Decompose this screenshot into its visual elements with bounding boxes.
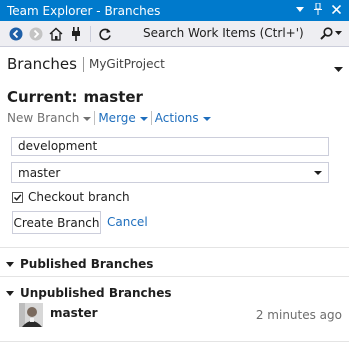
checkout-branch-checkbox[interactable]: [12, 191, 23, 203]
actions-label: Actions: [154, 111, 199, 125]
current-branch: Current: master: [7, 88, 143, 106]
base-branch-select[interactable]: master: [11, 162, 329, 183]
title-bar-controls: [296, 2, 342, 18]
new-branch-name-input[interactable]: development: [11, 137, 329, 156]
toolbar-separator: [90, 25, 91, 42]
branch-timestamp: 2 minutes ago: [255, 308, 342, 322]
unpublished-branches-header[interactable]: Unpublished Branches: [6, 286, 171, 300]
section-divider: [0, 247, 349, 248]
window-title: Team Explorer - Branches: [7, 3, 161, 18]
page-title: Branches: [7, 55, 77, 73]
bottom-divider: [0, 341, 349, 342]
expand-triangle-icon: [6, 290, 14, 296]
actions-separator: [150, 111, 152, 125]
avatar: [19, 303, 43, 327]
page-header: Branches MyGitProject: [0, 47, 349, 81]
published-branches-label: Published Branches: [20, 257, 154, 271]
actions-separator: [94, 111, 96, 125]
toolbar: Search Work Items (Ctrl+'): [0, 21, 349, 47]
current-label: Current:: [7, 88, 78, 106]
connect-icon[interactable]: [66, 24, 86, 44]
new-branch-label: New Branch: [7, 111, 80, 125]
base-branch-value: master: [18, 166, 61, 180]
merge-menu[interactable]: Merge: [98, 111, 148, 125]
actions-menu[interactable]: Actions: [155, 111, 211, 125]
pin-icon[interactable]: [313, 2, 323, 18]
published-branches-header[interactable]: Published Branches: [6, 257, 153, 271]
dropdown-arrow-icon[interactable]: [314, 171, 322, 175]
list-item[interactable]: master 2 minutes ago: [19, 303, 345, 329]
project-name: MyGitProject: [88, 57, 165, 71]
search-box[interactable]: Search Work Items (Ctrl+'): [137, 22, 348, 44]
chevron-down-icon: [139, 116, 148, 121]
title-bar: Team Explorer - Branches: [0, 0, 349, 21]
expand-triangle-icon: [6, 261, 14, 267]
unpublished-branches-label: Unpublished Branches: [20, 286, 172, 300]
home-icon[interactable]: [46, 24, 66, 44]
current-branch-name: master: [83, 88, 143, 106]
section-divider: [0, 276, 349, 277]
branch-name: master: [50, 306, 98, 320]
merge-label: Merge: [98, 111, 136, 125]
search-icon[interactable]: [320, 26, 342, 40]
chevron-down-icon: [202, 116, 211, 121]
cancel-link[interactable]: Cancel: [107, 215, 148, 229]
close-icon[interactable]: [331, 4, 342, 17]
back-button[interactable]: [6, 24, 26, 44]
search-input[interactable]: Search Work Items (Ctrl+'): [143, 26, 320, 40]
new-branch-menu[interactable]: New Branch: [7, 111, 92, 125]
header-separator: [82, 56, 84, 72]
window-menu-icon[interactable]: [296, 5, 304, 16]
branch-actions: New Branch Merge Actions: [7, 111, 211, 125]
chevron-down-icon: [83, 116, 92, 121]
create-branch-button[interactable]: Create Branch: [12, 211, 101, 234]
refresh-icon[interactable]: [95, 24, 115, 44]
page-menu-dropdown-icon[interactable]: [334, 61, 343, 75]
forward-button[interactable]: [26, 24, 46, 44]
checkout-branch-label: Checkout branch: [28, 190, 130, 204]
checkout-branch-option[interactable]: Checkout branch: [12, 190, 130, 204]
